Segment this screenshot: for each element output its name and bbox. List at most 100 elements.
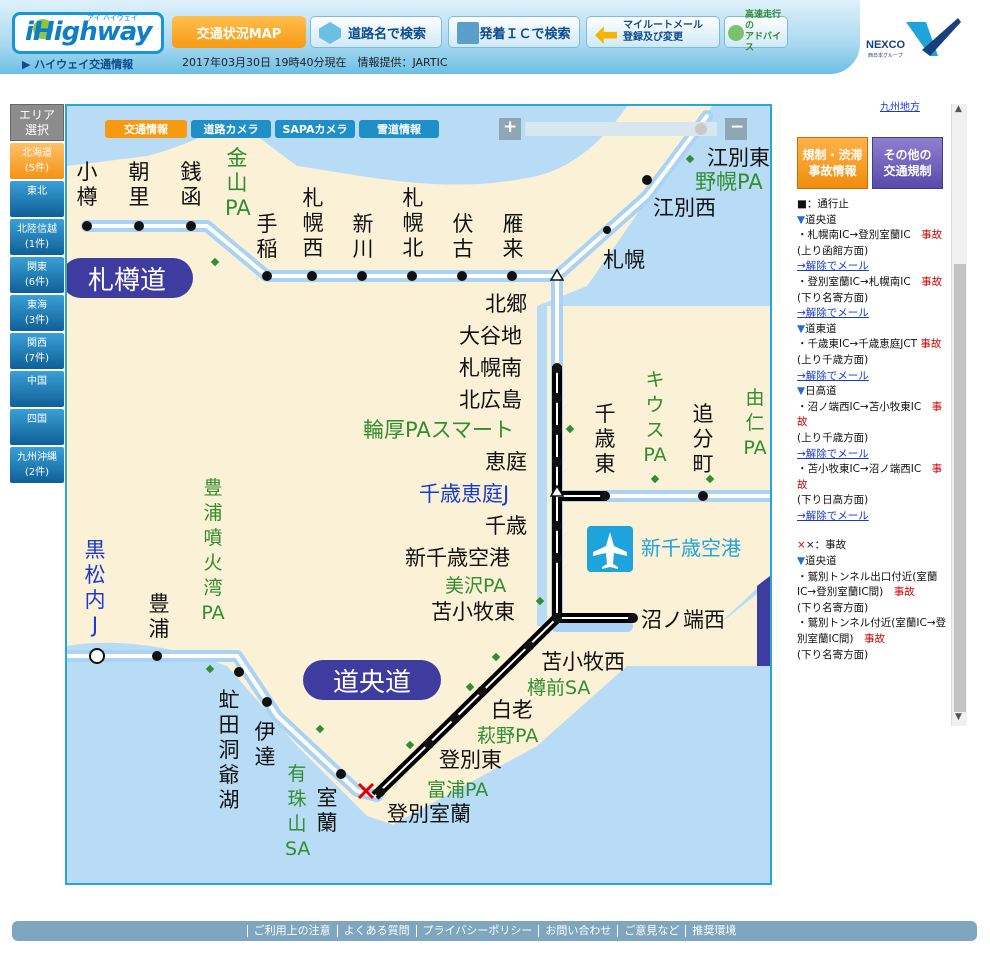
label-chitose-higashi[interactable]: 千歳東 <box>593 402 617 477</box>
footer-link-feedback[interactable]: ご意見など <box>617 925 685 937</box>
label-sapporo-kita[interactable]: 札幌北 <box>401 186 425 261</box>
notify-mail-link[interactable]: →解除でメール <box>797 259 949 275</box>
tab-road-camera[interactable]: 道路カメラ <box>191 120 271 138</box>
label-sapporo-minami[interactable]: 札幌南 <box>459 356 522 381</box>
label-wattsu-pa[interactable]: 輪厚PAスマート <box>363 418 514 443</box>
area-item-shikoku[interactable]: 四国 <box>10 409 64 445</box>
label-tarumae-sa[interactable]: 樽前SA <box>527 676 590 701</box>
footer-link-terms[interactable]: ご利用上の注意 <box>246 925 337 937</box>
label-toyoura-funka-pa[interactable]: 豊浦噴火湾PA <box>201 476 225 626</box>
area-item-tohoku[interactable]: 東北 <box>10 181 64 217</box>
area-item-kansai[interactable]: 関西 (7件) <box>10 333 64 369</box>
label-kitahiroshima[interactable]: 北広島 <box>459 388 522 413</box>
label-toyoura[interactable]: 豊浦 <box>147 592 171 642</box>
label-numanohata-nishi[interactable]: 沼ノ端西 <box>641 608 725 633</box>
label-oiwake[interactable]: 追分町 <box>691 402 715 477</box>
scroll-down-icon[interactable]: ▼ <box>955 712 962 722</box>
area-item-tokai[interactable]: 東海 (3件) <box>10 295 64 331</box>
label-nopporo-pa[interactable]: 野幌PA <box>695 170 763 195</box>
accident-legend: ××：事故 <box>797 539 847 552</box>
label-date[interactable]: 伊達 <box>253 720 277 770</box>
road-heading-doo-accident: ▼道央道 <box>797 555 837 568</box>
label-noboribetsu-muroran[interactable]: 登別室蘭 <box>387 802 471 827</box>
footer-link-contact[interactable]: お問い合わせ <box>538 925 617 937</box>
label-kitago[interactable]: 北郷 <box>485 292 527 317</box>
zoom-slider-handle[interactable] <box>695 123 707 135</box>
notify-mail-link[interactable]: →解除でメール <box>797 369 949 385</box>
ic-search-button[interactable]: 発着ＩＣで検索 <box>448 16 580 48</box>
label-shin-chitose-kuko[interactable]: 新千歳空港 <box>405 546 510 571</box>
label-ebetsu-higashi[interactable]: 江別東 <box>707 146 770 171</box>
area-item-kanto[interactable]: 関東 (6件) <box>10 257 64 293</box>
zoom-slider[interactable] <box>525 122 717 136</box>
label-asari[interactable]: 朝里 <box>127 160 151 210</box>
label-fushiko[interactable]: 伏古 <box>451 212 475 262</box>
notify-mail-link[interactable]: →解除でメール <box>797 509 949 525</box>
tab-traffic-info[interactable]: 交通情報 <box>105 120 187 138</box>
tab-snow-info[interactable]: 雪道情報 <box>359 120 439 138</box>
driving-advice-button[interactable]: 高速走行の アドバイス <box>724 10 788 53</box>
ic-search-icon <box>457 22 479 44</box>
label-sapporo[interactable]: 札幌 <box>603 248 645 273</box>
label-chitose[interactable]: 千歳 <box>485 514 527 539</box>
notify-mail-link[interactable]: →解除でメール <box>797 447 949 463</box>
label-abuta-toyako[interactable]: 虻田洞爺湖 <box>217 688 241 813</box>
label-sapporo-nishi[interactable]: 札幌西 <box>301 186 325 261</box>
label-otaru[interactable]: 小樽 <box>75 160 99 210</box>
label-ebetsu-nishi[interactable]: 江別西 <box>653 196 716 221</box>
header: iHighway アイ ハイウェイ ▶ ハイウェイ交通情報 交通状況MAP 道路… <box>0 0 990 78</box>
advice-icon <box>728 25 744 41</box>
scroll-thumb[interactable] <box>954 264 966 712</box>
site-subtitle[interactable]: ▶ ハイウェイ交通情報 <box>22 56 133 72</box>
area-item-hokkaido[interactable]: 北海道 (5件) <box>10 143 64 179</box>
label-oyachi[interactable]: 大谷地 <box>459 324 522 349</box>
label-kiusu-pa[interactable]: キウスPA <box>643 368 667 468</box>
label-tomakomai-nishi[interactable]: 苫小牧西 <box>541 650 625 675</box>
label-misawa-pa[interactable]: 美沢PA <box>445 574 506 599</box>
label-noboribetsu-higashi[interactable]: 登別東 <box>439 748 502 773</box>
label-tomiura-pa[interactable]: 富浦PA <box>427 778 488 803</box>
ihighway-logo[interactable]: iHighway アイ ハイウェイ <box>12 12 164 54</box>
label-zenibako[interactable]: 銭函 <box>179 160 203 210</box>
label-shinkawa[interactable]: 新川 <box>351 212 375 262</box>
incident-list-scrollbar[interactable]: ▲ ▼ <box>951 104 967 726</box>
label-kariki[interactable]: 雁来 <box>501 212 525 262</box>
area-item-hokuriku-shinetsu[interactable]: 北陸信越 (1件) <box>10 219 64 255</box>
accident-direction: (下り名寄方面) <box>797 648 869 661</box>
tab-sapa-camera[interactable]: SAPAカメラ <box>275 120 355 138</box>
label-muroran[interactable]: 室蘭 <box>315 786 339 836</box>
label-chitose-eniwa-jct[interactable]: 千歳恵庭J <box>419 482 509 507</box>
zoom-in-button[interactable]: + <box>503 117 517 137</box>
label-yuni-pa[interactable]: 由仁PA <box>743 386 767 461</box>
label-kuromatsunai-jct[interactable]: 黒松内J <box>83 538 107 638</box>
incident-entry: ・千歳東IC→千歳恵庭JCT 事故 <box>797 338 942 351</box>
road-search-button[interactable]: 道路名で検索 <box>310 16 442 48</box>
label-eniwa[interactable]: 恵庭 <box>485 450 527 475</box>
my-route-mail-button[interactable]: マイルートメール 登録及び変更 <box>586 16 720 48</box>
footer-link-privacy[interactable]: プライバシーポリシー <box>415 925 539 937</box>
label-new-chitose-airport[interactable]: 新千歳空港 <box>641 536 741 561</box>
incident-entry: ・苫小牧東IC→沼ノ端西IC 事故 <box>797 463 943 491</box>
label-hagino-pa[interactable]: 萩野PA <box>477 724 538 749</box>
incident-entry: ・札幌南IC→登別室蘭IC 事故 <box>797 229 943 242</box>
road-name-doo: 道央道 <box>303 660 441 700</box>
label-teine[interactable]: 手稲 <box>255 212 279 262</box>
notify-mail-link[interactable]: →解除でメール <box>797 306 949 322</box>
region-link[interactable]: 九州地方 <box>880 98 920 113</box>
traffic-map-button[interactable]: 交通状況MAP <box>172 16 306 48</box>
area-item-kyushu-okinawa[interactable]: 九州沖縄 (2件) <box>10 447 64 483</box>
label-shiraoi[interactable]: 白老 <box>491 698 533 723</box>
area-selector: エリア 選択 北海道 (5件) 東北 北陸信越 (1件) 関東 (6件) 東海 (3件) … <box>10 104 64 483</box>
regulation-accident-button[interactable]: 規制・渋滞 事故情報 <box>797 137 868 189</box>
other-regulation-button[interactable]: その他の 交通規制 <box>872 137 943 189</box>
zoom-out-button[interactable]: − <box>730 117 744 137</box>
label-tomakomai-higashi[interactable]: 苫小牧東 <box>431 600 515 625</box>
label-usuzan-sa[interactable]: 有珠山SA <box>285 762 310 862</box>
scroll-up-icon[interactable]: ▲ <box>955 104 962 114</box>
footer-link-environment[interactable]: 推奨環境 <box>685 925 742 937</box>
label-kanayama-pa[interactable]: 金山PA <box>225 146 251 221</box>
area-item-chugoku[interactable]: 中国 <box>10 371 64 407</box>
traffic-map[interactable]: 交通情報 道路カメラ SAPAカメラ 雪道情報 + − 札樽道 道央道 小樽 朝… <box>65 104 772 885</box>
footer-link-faq[interactable]: よくある質問 <box>336 925 416 937</box>
